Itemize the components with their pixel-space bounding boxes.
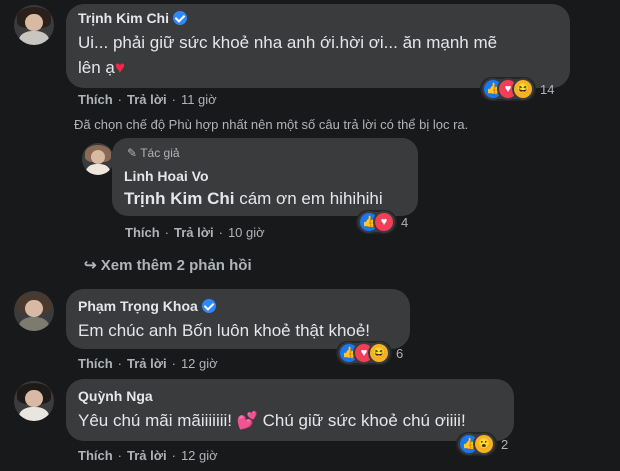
comment-actions: Thích · Trả lời · 11 giờ bbox=[78, 92, 217, 107]
reply-arrow-icon: ↪ bbox=[84, 257, 97, 274]
reply-author-name[interactable]: Linh Hoai Vo bbox=[124, 168, 209, 184]
like-button[interactable]: Thích bbox=[125, 225, 160, 240]
timestamp[interactable]: 12 giờ bbox=[181, 356, 218, 371]
mention-link[interactable]: Trịnh Kim Chi bbox=[124, 189, 235, 208]
verified-badge-icon bbox=[201, 299, 216, 313]
comment-text: Yêu chú mãi mãiiiiiii! 💕 Chú giữ sức kho… bbox=[78, 408, 466, 433]
reaction-count: 4 bbox=[401, 214, 409, 230]
verified-badge-icon bbox=[173, 11, 187, 25]
avatar[interactable] bbox=[14, 381, 54, 421]
author-name-text[interactable]: Trịnh Kim Chi bbox=[78, 10, 169, 26]
timestamp[interactable]: 12 giờ bbox=[181, 448, 218, 463]
haha-icon: 😆 bbox=[514, 80, 532, 98]
view-more-replies-link[interactable]: ↪ Xem thêm 2 phản hồi bbox=[84, 256, 252, 274]
reply-button[interactable]: Trả lời bbox=[127, 92, 167, 107]
reaction-count: 6 bbox=[396, 345, 404, 361]
reply-button[interactable]: Trả lời bbox=[174, 225, 214, 240]
haha-icon: 😆 bbox=[370, 344, 388, 362]
timestamp[interactable]: 11 giờ bbox=[181, 92, 217, 107]
avatar[interactable] bbox=[82, 143, 114, 175]
reply-actions: Thích · Trả lời · 10 giờ bbox=[125, 225, 265, 240]
reaction-summary[interactable]: 👍 ♥ 😆 14 bbox=[482, 79, 554, 99]
reaction-summary[interactable]: 👍 😮 2 bbox=[458, 434, 508, 454]
comment-actions: Thích · Trả lời · 12 giờ bbox=[78, 448, 218, 463]
comment-text-part: lên ạ bbox=[78, 58, 115, 77]
avatar[interactable] bbox=[14, 5, 54, 45]
comment-text-line: Ui... phải giữ sức khoẻ nha anh ới.hời ơ… bbox=[78, 33, 498, 52]
reaction-count: 14 bbox=[540, 81, 555, 97]
author-badge-label: Tác giả bbox=[140, 146, 180, 160]
comment-author-name[interactable]: Phạm Trọng Khoa bbox=[78, 298, 216, 314]
comment-text-part: Chú giữ sức khoẻ chú ơiiii! bbox=[257, 411, 466, 430]
comment-actions: Thích · Trả lời · 12 giờ bbox=[78, 356, 218, 371]
comment-text-line: lên ạ♥ bbox=[78, 55, 558, 80]
red-heart-emoji-icon: ♥ bbox=[114, 58, 125, 77]
reply-text: Trịnh Kim Chi cám ơn em hihihihi bbox=[124, 186, 383, 211]
reply-button[interactable]: Trả lời bbox=[127, 356, 167, 371]
like-button[interactable]: Thích bbox=[78, 92, 113, 107]
reaction-count: 2 bbox=[501, 436, 509, 452]
reply-text-body: cám ơn em hihihihi bbox=[234, 189, 383, 208]
reaction-summary[interactable]: 👍 ♥ 😆 6 bbox=[338, 343, 403, 363]
comment-text-part: Yêu chú mãi mãiiiiiii! bbox=[78, 411, 237, 430]
comment-author-name[interactable]: Trịnh Kim Chi bbox=[78, 10, 187, 26]
comment-text: Em chúc anh Bốn luôn khoẻ thật khoẻ! bbox=[78, 321, 371, 340]
author-badge: ✎ Tác giả bbox=[127, 146, 180, 160]
author-name-text[interactable]: Quỳnh Nga bbox=[78, 388, 153, 404]
wow-icon: 😮 bbox=[475, 435, 493, 453]
comment-text: Ui... phải giữ sức khoẻ nha anh ới.hời ơ… bbox=[78, 30, 558, 80]
author-name-text[interactable]: Phạm Trọng Khoa bbox=[78, 298, 198, 314]
filter-note: Đã chọn chế độ Phù hợp nhất nên một số c… bbox=[74, 117, 469, 132]
reply-button[interactable]: Trả lời bbox=[127, 448, 167, 463]
view-more-replies-label[interactable]: Xem thêm 2 phản hồi bbox=[101, 257, 252, 274]
timestamp[interactable]: 10 giờ bbox=[228, 225, 265, 240]
avatar[interactable] bbox=[14, 291, 54, 331]
reaction-summary[interactable]: 👍 ♥ 4 bbox=[358, 212, 408, 232]
two-hearts-emoji-icon: 💕 bbox=[236, 411, 258, 430]
love-icon: ♥ bbox=[375, 213, 393, 231]
like-button[interactable]: Thích bbox=[78, 448, 113, 463]
pencil-icon: ✎ bbox=[127, 146, 138, 160]
comment-author-name[interactable]: Quỳnh Nga bbox=[78, 388, 153, 404]
like-button[interactable]: Thích bbox=[78, 356, 113, 371]
